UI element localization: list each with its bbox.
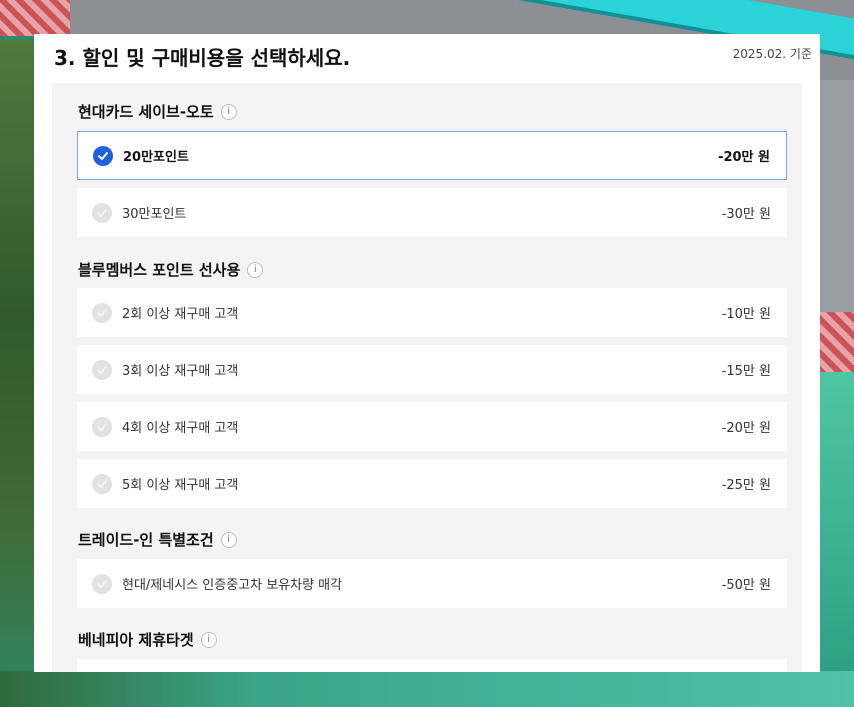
section-title-text: 현대카드 세이브-오토 (78, 103, 214, 121)
check-icon (92, 416, 112, 437)
option-label: 30만포인트 (122, 207, 187, 222)
info-icon[interactable]: i (220, 103, 237, 120)
option-value: -30만 원 (721, 207, 771, 222)
option-repurchase-5[interactable]: 5회 이상 재구매 고객 -25만 원 (77, 459, 787, 508)
option-label: 20만포인트 (123, 150, 189, 165)
background-trees (0, 40, 36, 707)
option-value: -25만 원 (721, 478, 771, 493)
option-value: -20만 원 (721, 421, 771, 436)
section-title-text: 블루멤버스 포인트 선사용 (78, 261, 241, 279)
option-repurchase-2[interactable]: 2회 이상 재구매 고객 -10만 원 (77, 288, 787, 337)
info-icon[interactable]: i (220, 531, 237, 548)
check-icon (92, 302, 112, 323)
background-curb (0, 0, 70, 36)
section-title-benepia: 베네피아 제휴타겟 i (78, 629, 217, 650)
section-title-hyundaicard: 현대카드 세이브-오토 i (78, 101, 237, 122)
section-title-text: 트레이드-인 특별조건 (78, 531, 214, 549)
option-benepia-partial[interactable] (77, 659, 787, 672)
option-label: 2회 이상 재구매 고객 (122, 307, 239, 322)
check-icon (92, 573, 112, 594)
option-trade-in-certified[interactable]: 현대/제네시스 인증중고차 보유차량 매각 -50만 원 (77, 559, 787, 608)
option-value: -10만 원 (721, 307, 771, 322)
option-label: 5회 이상 재구매 고객 (122, 478, 239, 493)
check-icon (92, 202, 112, 223)
info-icon[interactable]: i (247, 261, 264, 278)
check-icon (93, 145, 113, 166)
section-title-bluemembers: 블루멤버스 포인트 선사용 i (78, 259, 264, 280)
option-repurchase-4[interactable]: 4회 이상 재구매 고객 -20만 원 (77, 402, 787, 451)
option-label: 현대/제네시스 인증중고차 보유차량 매각 (122, 578, 343, 593)
background-right-road (818, 80, 854, 320)
info-icon[interactable]: i (200, 631, 217, 648)
option-30man-point[interactable]: 30만포인트 -30만 원 (77, 188, 787, 237)
discount-selection-panel: 3. 할인 및 구매비용을 선택하세요. 2025.02. 기준 현대카드 세이… (34, 34, 820, 672)
section-title-trade-in: 트레이드-인 특별조건 i (78, 529, 237, 550)
options-container: 현대카드 세이브-오토 i 20만포인트 -20만 원 30만포인트 -30만 … (52, 83, 802, 672)
option-value: -20만 원 (718, 150, 770, 165)
check-icon (92, 473, 112, 494)
option-20man-point[interactable]: 20만포인트 -20만 원 (77, 131, 787, 180)
section-title-text: 베네피아 제휴타겟 (78, 631, 194, 649)
reference-date: 2025.02. 기준 (732, 47, 812, 61)
background-right-curb (818, 312, 854, 372)
background-sea (0, 671, 854, 707)
option-label: 4회 이상 재구매 고객 (122, 421, 239, 436)
option-label: 3회 이상 재구매 고객 (122, 364, 239, 379)
option-repurchase-3[interactable]: 3회 이상 재구매 고객 -15만 원 (77, 345, 787, 394)
background-right-sea (818, 372, 854, 707)
check-icon (92, 359, 112, 380)
page-title: 3. 할인 및 구매비용을 선택하세요. (54, 46, 351, 70)
option-value: -50만 원 (721, 578, 771, 593)
option-value: -15만 원 (721, 364, 771, 379)
